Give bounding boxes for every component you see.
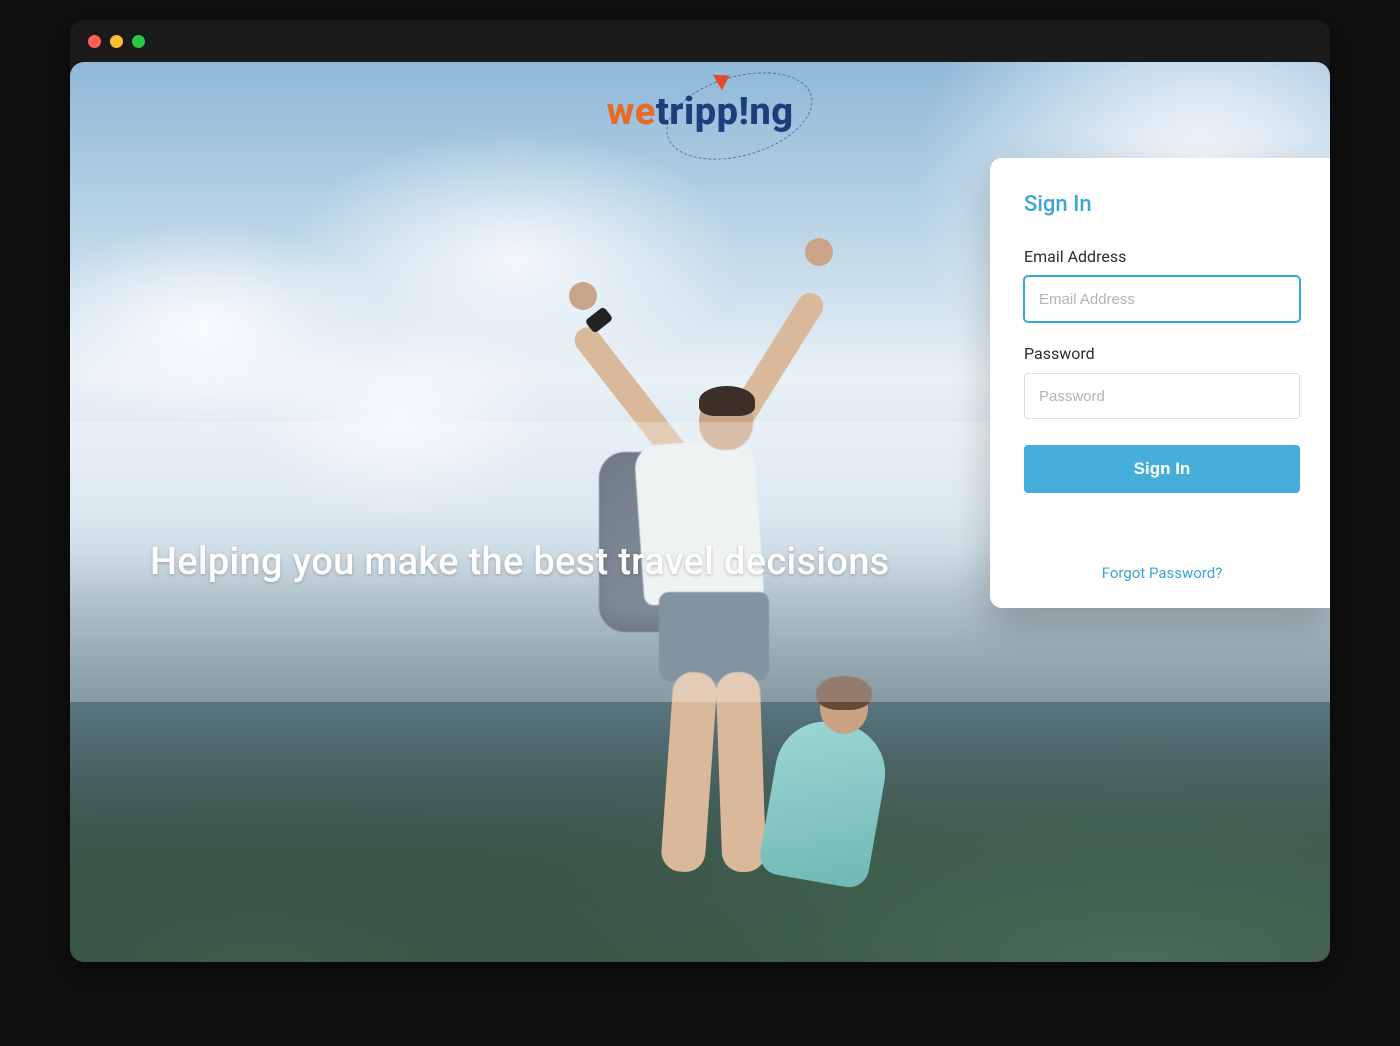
window-controls <box>88 35 145 48</box>
logo-part-trip: tripp!ng <box>656 90 794 134</box>
hero-tagline: Helping you make the best travel decisio… <box>150 540 890 584</box>
window-minimize-button[interactable] <box>110 35 123 48</box>
forgot-row: Forgot Password? <box>1024 563 1300 582</box>
email-label: Email Address <box>1024 247 1300 266</box>
email-input[interactable] <box>1024 276 1300 322</box>
signin-title: Sign In <box>1024 192 1300 217</box>
brand-logo: wetripp!ng <box>606 90 793 134</box>
page-viewport: wetripp!ng Helping you make the best tra… <box>70 62 1330 962</box>
password-input[interactable] <box>1024 373 1300 419</box>
window-titlebar <box>70 20 1330 62</box>
forgot-password-link[interactable]: Forgot Password? <box>1102 564 1223 582</box>
signin-button[interactable]: Sign In <box>1024 445 1300 493</box>
browser-window: wetripp!ng Helping you make the best tra… <box>70 20 1330 962</box>
logo-plane-icon <box>713 68 734 91</box>
window-close-button[interactable] <box>88 35 101 48</box>
signin-card: Sign In Email Address Password Sign In F… <box>990 158 1330 608</box>
logo-part-we: we <box>606 90 655 134</box>
window-zoom-button[interactable] <box>132 35 145 48</box>
logo-text: wetripp!ng <box>606 90 793 134</box>
logo-orbit-ring <box>656 62 822 175</box>
password-label: Password <box>1024 344 1300 363</box>
